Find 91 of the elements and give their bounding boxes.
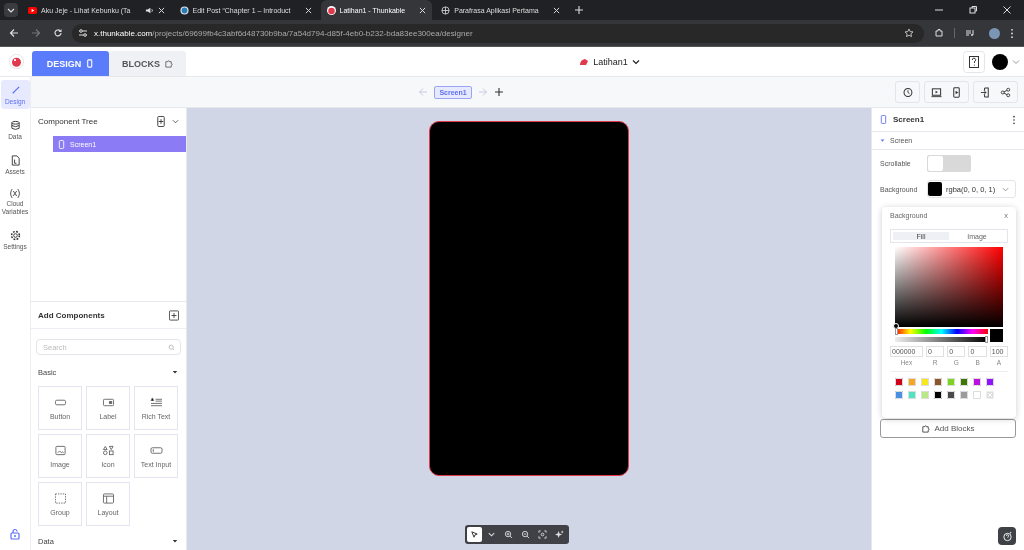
caret-icon <box>1002 185 1009 193</box>
label-icon <box>101 396 115 408</box>
help-button[interactable] <box>998 527 1016 545</box>
lock-icon[interactable] <box>10 528 20 540</box>
add-icon[interactable] <box>493 87 504 97</box>
panel-title: Add Components <box>38 310 105 320</box>
share-icon[interactable] <box>1000 86 1011 98</box>
profile-avatar[interactable] <box>989 27 1000 39</box>
globe-icon <box>179 5 189 15</box>
tab-search-button[interactable] <box>4 3 18 17</box>
file-icon <box>9 154 21 166</box>
puzzle-icon <box>921 424 931 433</box>
color-preview <box>990 329 1003 342</box>
more-icon[interactable] <box>1010 27 1014 39</box>
bookmark-star-icon[interactable] <box>904 28 914 38</box>
close-icon[interactable] <box>1002 5 1012 15</box>
database-icon <box>9 119 21 131</box>
history-icon <box>902 86 913 98</box>
project-selector[interactable]: Latihan1 <box>579 47 640 76</box>
url-text: x.thunkable.com/projects/69699fb4c3abf6d48730b9ba/7a54d794-d85f-4eb0-b232-bda83ee300ea/designer <box>94 28 473 38</box>
alpha-slider[interactable] <box>895 337 988 342</box>
color-swatch[interactable] <box>986 391 994 399</box>
more-icon[interactable] <box>1012 114 1016 125</box>
project-icon <box>579 56 590 67</box>
color-swatch[interactable] <box>947 391 955 399</box>
mode-tab[interactable]: DESIGN <box>32 51 109 76</box>
phone-icon <box>58 139 65 149</box>
color-swatch[interactable] <box>973 391 981 399</box>
play-icon <box>28 5 37 15</box>
color-swatch[interactable] <box>973 378 981 386</box>
component-name: Screen1 <box>893 115 925 124</box>
phone-preview-icon[interactable] <box>951 86 962 98</box>
hue-slider[interactable] <box>895 329 988 334</box>
color-swatch[interactable] <box>908 378 916 386</box>
textinput-icon <box>149 444 163 456</box>
caret-icon <box>7 6 15 14</box>
fit-screen-icon[interactable] <box>535 527 550 542</box>
color-swatch[interactable] <box>960 391 968 399</box>
color-swatch[interactable] <box>895 378 903 386</box>
pointer-icon[interactable] <box>467 527 482 542</box>
color-gradient[interactable] <box>895 247 1003 327</box>
export-icon[interactable] <box>980 86 991 98</box>
reload-icon[interactable] <box>53 28 63 38</box>
close-icon[interactable] <box>419 6 427 14</box>
color-swatch[interactable] <box>986 378 994 386</box>
extensions-icon[interactable] <box>934 28 944 38</box>
phone-icon <box>85 59 95 68</box>
color-swatch[interactable] <box>895 391 903 399</box>
color-swatch[interactable] <box>960 378 968 386</box>
close-icon[interactable] <box>552 6 560 14</box>
site-settings-icon[interactable] <box>78 28 88 38</box>
icon-icon <box>101 444 115 456</box>
layout-icon <box>101 492 115 504</box>
user-avatar[interactable] <box>992 53 1008 70</box>
color-swatch[interactable] <box>921 391 929 399</box>
restore-icon[interactable] <box>968 5 978 15</box>
media-icon[interactable] <box>965 28 975 38</box>
app-logo-icon <box>326 5 336 15</box>
app-logo-icon[interactable] <box>8 54 24 69</box>
color-swatch[interactable] <box>921 378 929 386</box>
toggle-switch[interactable] <box>927 154 971 172</box>
close-icon[interactable] <box>157 6 165 14</box>
mode-tab[interactable]: BLOCKS <box>109 51 186 76</box>
richtext-icon <box>149 396 163 408</box>
color-swatch[interactable] <box>947 378 955 386</box>
caret-icon <box>631 57 640 66</box>
caret-icon[interactable] <box>172 369 178 375</box>
new-tab-icon[interactable] <box>574 6 583 14</box>
color-swatch[interactable] <box>934 378 942 386</box>
close-icon[interactable] <box>304 6 312 14</box>
variable-icon: (x) <box>9 188 21 200</box>
help-icon <box>1001 530 1013 542</box>
preview-icon[interactable] <box>931 86 942 98</box>
globe-icon <box>441 5 451 15</box>
image-icon <box>53 444 67 456</box>
color-swatch[interactable] <box>934 391 942 399</box>
help-icon[interactable] <box>963 50 985 73</box>
address-bar[interactable]: x.thunkable.com/projects/69699fb4c3abf6d48730b9ba/7a54d794-d85f-4eb0-b232-bda83ee300ea/designer <box>72 23 924 43</box>
search-icon <box>168 343 175 351</box>
phone-icon <box>880 115 887 124</box>
puzzle-icon <box>164 59 173 68</box>
panel-title: Component Tree <box>38 116 98 126</box>
history-button[interactable] <box>895 81 920 103</box>
back-icon[interactable] <box>9 28 19 38</box>
color-swatch[interactable] <box>908 391 916 399</box>
caret-icon[interactable] <box>172 538 178 544</box>
group-icon <box>53 492 67 504</box>
settings-icon <box>9 229 21 241</box>
add-screen-icon[interactable] <box>156 115 166 127</box>
add-icon[interactable] <box>169 309 179 321</box>
add-blocks-button[interactable]: Add Blocks <box>880 419 1016 438</box>
